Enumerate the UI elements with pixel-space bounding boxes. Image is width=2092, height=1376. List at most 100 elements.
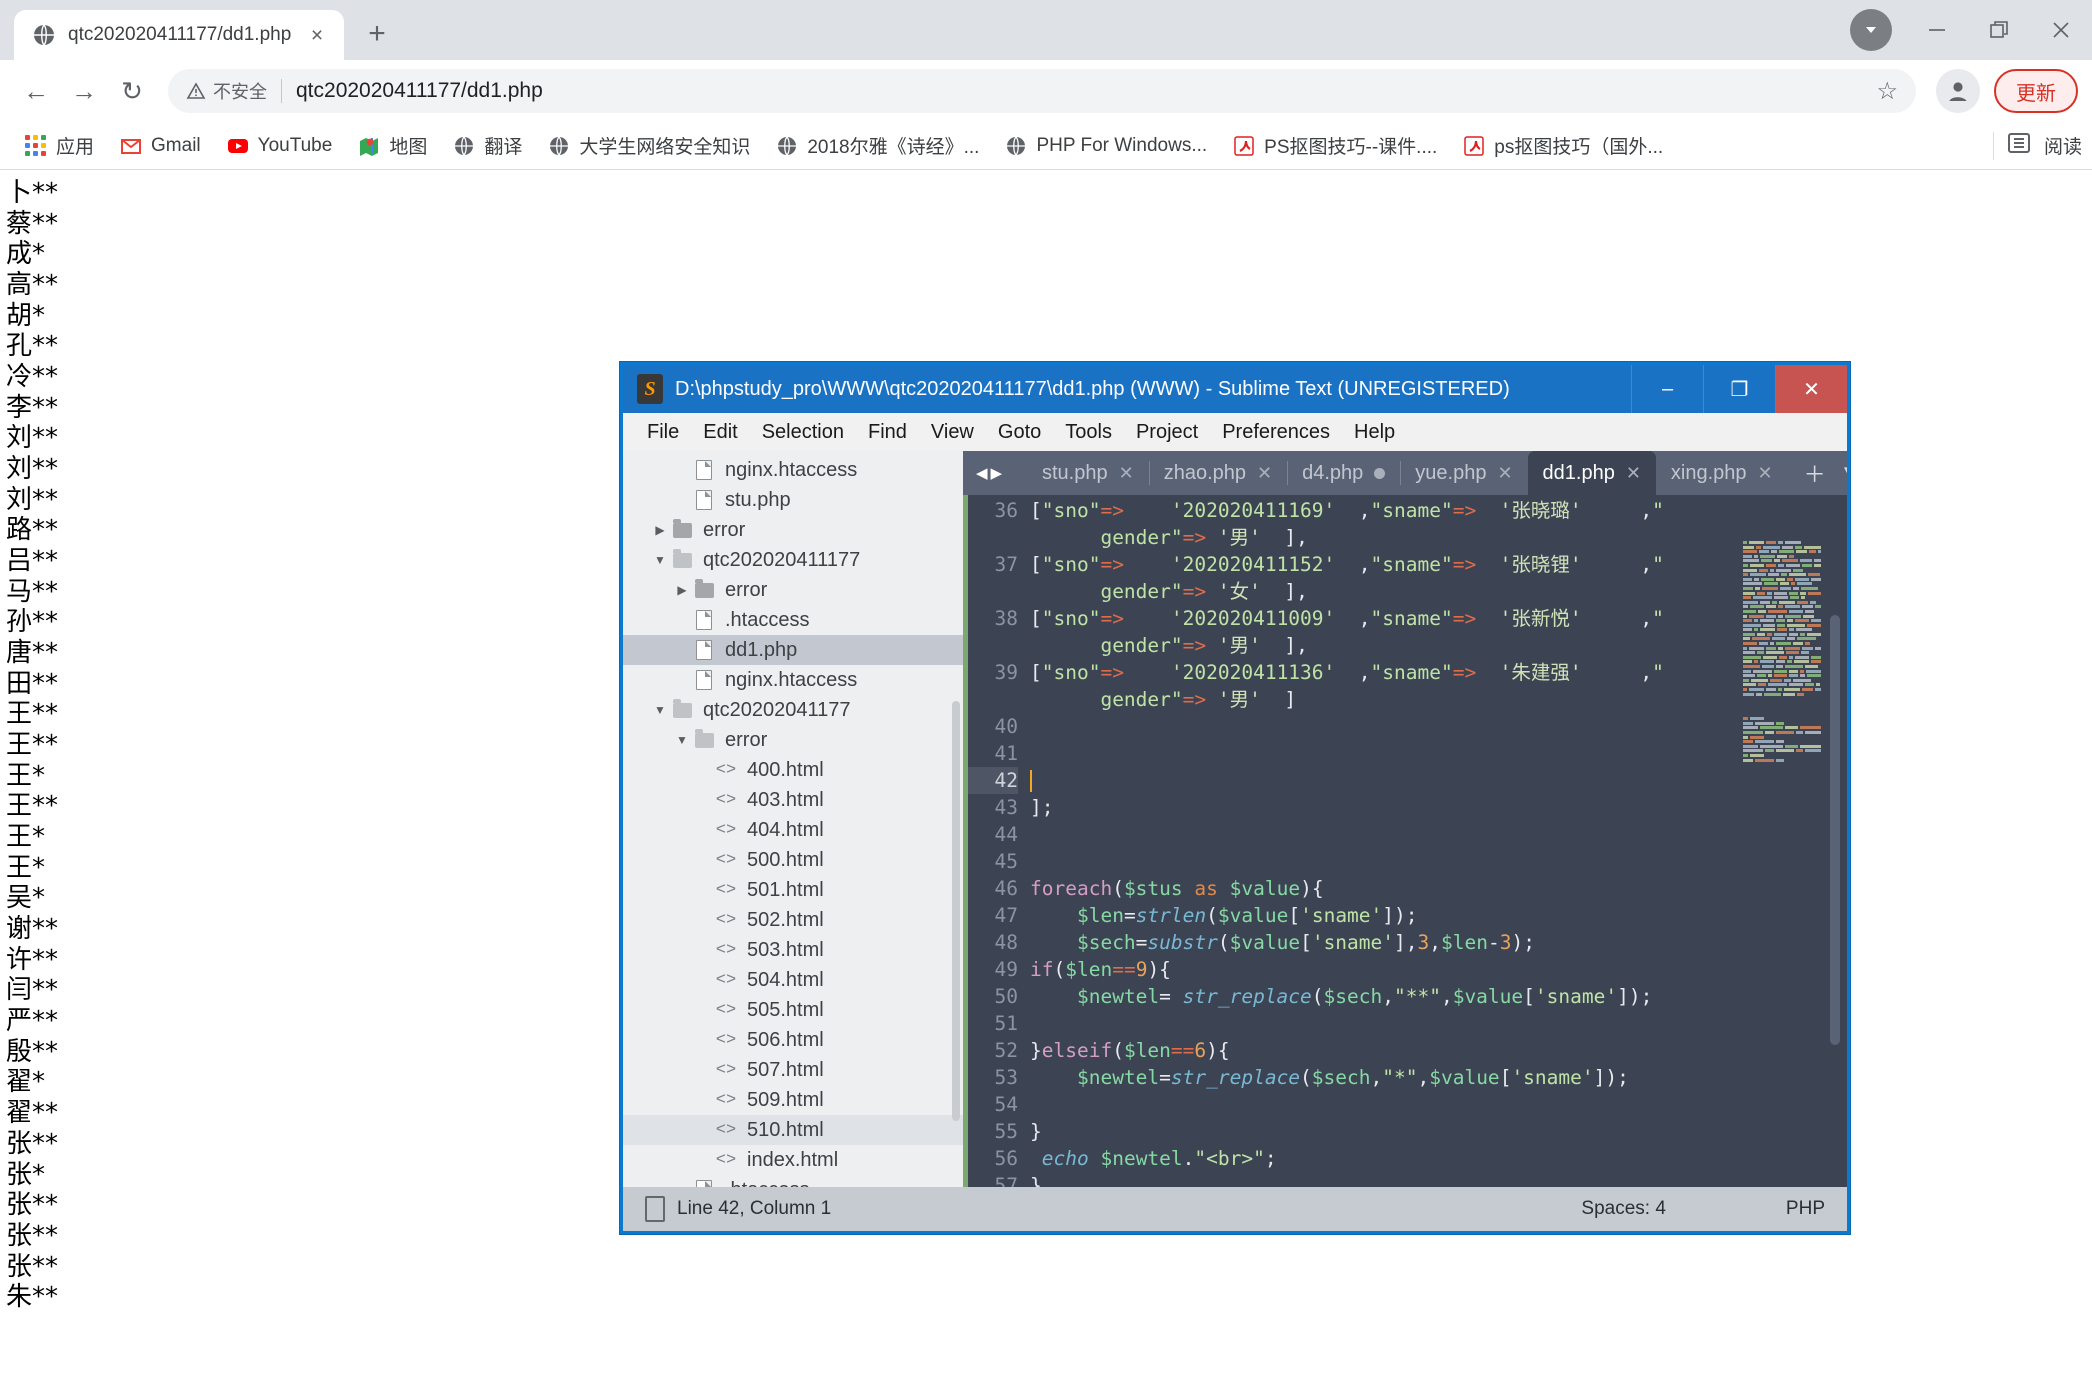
- tree-item-404-html[interactable]: <> 404.html: [623, 815, 963, 845]
- maximize-button[interactable]: ❐: [1703, 365, 1775, 413]
- tab-prev-icon[interactable]: ◀: [976, 464, 988, 482]
- tree-item-index-html[interactable]: <> index.html: [623, 1145, 963, 1175]
- tree-item-505-html[interactable]: <> 505.html: [623, 995, 963, 1025]
- tab-actions[interactable]: ＋ ▼: [1788, 451, 1847, 495]
- tree-item-dd1-php[interactable]: dd1.php: [623, 635, 963, 665]
- tree-item-500-html[interactable]: <> 500.html: [623, 845, 963, 875]
- tab-next-icon[interactable]: ▶: [991, 464, 1003, 482]
- menu-selection[interactable]: Selection: [750, 419, 856, 446]
- bookmark-star-icon[interactable]: ☆: [1876, 77, 1898, 106]
- new-tab-button[interactable]: +: [354, 11, 400, 57]
- sublime-title-bar[interactable]: S D:\phpstudy_pro\WWW\qtc202020411177\dd…: [623, 365, 1847, 413]
- tab-menu-icon[interactable]: ▼: [1840, 460, 1847, 486]
- menu-goto[interactable]: Goto: [986, 419, 1053, 446]
- menu-preferences[interactable]: Preferences: [1210, 419, 1342, 446]
- close-button[interactable]: [2030, 0, 2092, 60]
- address-bar[interactable]: 不安全 qtc202020411177/dd1.php ☆: [168, 69, 1916, 113]
- menu-project[interactable]: Project: [1124, 419, 1210, 446]
- tree-item-qtc202020411177[interactable]: ▼ qtc202020411177: [623, 545, 963, 575]
- bookmark-php-for-windows[interactable]: PHP For Windows...: [994, 130, 1218, 162]
- reading-list-icon[interactable]: [2006, 130, 2032, 161]
- back-icon[interactable]: ←: [14, 69, 58, 113]
- tree-item-error[interactable]: ▼ error: [623, 725, 963, 755]
- menu-file[interactable]: File: [635, 419, 691, 446]
- tree-item-506-html[interactable]: <> 506.html: [623, 1025, 963, 1055]
- indent-setting[interactable]: Spaces: 4: [1581, 1198, 1666, 1220]
- code-text-area[interactable]: ["sno"=> '202020411169' ,"sname"=> '张晓璐'…: [1030, 495, 1847, 1187]
- bookmark-maps[interactable]: 地图: [347, 127, 438, 164]
- browser-tab[interactable]: qtc202020411177/dd1.php ×: [14, 10, 344, 60]
- chevron-down-icon[interactable]: ▼: [651, 553, 669, 567]
- close-icon[interactable]: ✕: [1497, 463, 1512, 484]
- editor-scrollbar[interactable]: [1830, 615, 1840, 1045]
- tree-item--htaccess[interactable]: .htaccess: [623, 605, 963, 635]
- tree-item-503-html[interactable]: <> 503.html: [623, 935, 963, 965]
- masked-name-item: 高**: [6, 270, 59, 301]
- editor-tab-zhao-php[interactable]: zhao.php ✕: [1148, 451, 1287, 495]
- minimize-button[interactable]: [1906, 0, 1968, 60]
- chevron-right-icon[interactable]: ▶: [673, 583, 691, 597]
- tree-item-error[interactable]: ▶ error: [623, 575, 963, 605]
- sidebar-file-tree[interactable]: nginx.htaccess stu.php ▶ error ▼ qtc202020411…: [623, 451, 963, 1187]
- chevron-down-icon[interactable]: [1850, 9, 1892, 51]
- bookmark-apps[interactable]: 应用: [14, 127, 105, 164]
- close-button[interactable]: ✕: [1775, 365, 1847, 413]
- minimize-button[interactable]: –: [1631, 365, 1703, 413]
- tree-item-504-html[interactable]: <> 504.html: [623, 965, 963, 995]
- tree-item-nginx-htaccess[interactable]: nginx.htaccess: [623, 455, 963, 485]
- bookmark-erya[interactable]: 2018尔雅《诗经》...: [765, 127, 990, 164]
- tree-item-510-html[interactable]: <> 510.html: [623, 1115, 963, 1145]
- bookmark-cyber-security[interactable]: 大学生网络安全知识: [537, 127, 761, 164]
- editor-tab-yue-php[interactable]: yue.php ✕: [1400, 451, 1527, 495]
- editor-tab-dd1-php[interactable]: dd1.php ✕: [1527, 451, 1656, 495]
- not-secure-indicator[interactable]: 不安全: [186, 78, 267, 104]
- tree-item-nginx-htaccess[interactable]: nginx.htaccess: [623, 665, 963, 695]
- bookmark-ps-courseware[interactable]: PS抠图技巧--课件....: [1222, 127, 1448, 164]
- minimap-line: [1743, 749, 1821, 753]
- code-view[interactable]: 36 37 38 39 40 41 42 43 44 45 46 47 48 49 50 51 52 53 54 55…: [963, 495, 1847, 1187]
- maximize-button[interactable]: [1968, 0, 2030, 60]
- tree-item-507-html[interactable]: <> 507.html: [623, 1055, 963, 1085]
- close-icon[interactable]: ✕: [1119, 463, 1134, 484]
- update-button[interactable]: 更新: [1994, 69, 2078, 113]
- sidebar-scrollbar[interactable]: [952, 701, 960, 1121]
- code-file-icon: <>: [715, 910, 737, 930]
- close-icon[interactable]: ×: [304, 22, 330, 48]
- menu-help[interactable]: Help: [1342, 419, 1407, 446]
- reload-icon[interactable]: ↻: [110, 69, 154, 113]
- bookmark-ps-overseas[interactable]: ps抠图技巧（国外...: [1452, 127, 1674, 164]
- minimap[interactable]: [1743, 541, 1821, 1183]
- bookmark-translate[interactable]: 翻译: [442, 127, 533, 164]
- tree-item-403-html[interactable]: <> 403.html: [623, 785, 963, 815]
- editor-tab-xing-php[interactable]: xing.php ✕: [1656, 451, 1788, 495]
- tree-item-509-html[interactable]: <> 509.html: [623, 1085, 963, 1115]
- tab-nav-arrows[interactable]: ◀ ▶: [963, 451, 1015, 495]
- bookmark-label: 2018尔雅《诗经》...: [807, 137, 980, 158]
- chevron-down-icon[interactable]: ▼: [673, 733, 691, 747]
- menu-view[interactable]: View: [919, 419, 986, 446]
- tree-item-501-html[interactable]: <> 501.html: [623, 875, 963, 905]
- chevron-right-icon[interactable]: ▶: [651, 523, 669, 537]
- tree-item-qtc20202041177[interactable]: ▼ qtc20202041177: [623, 695, 963, 725]
- editor-tab-stu-php[interactable]: stu.php ✕: [1027, 451, 1149, 495]
- add-tab-icon[interactable]: ＋: [1804, 457, 1826, 489]
- tree-item-502-html[interactable]: <> 502.html: [623, 905, 963, 935]
- tree-item-error[interactable]: ▶ error: [623, 515, 963, 545]
- bookmark-gmail[interactable]: Gmail: [109, 130, 212, 162]
- editor-tab-d4-php[interactable]: d4.php: [1287, 451, 1400, 495]
- close-icon[interactable]: ✕: [1257, 463, 1272, 484]
- close-icon[interactable]: ✕: [1626, 463, 1641, 484]
- tree-item-stu-php[interactable]: stu.php: [623, 485, 963, 515]
- forward-icon[interactable]: →: [62, 69, 106, 113]
- syntax-mode[interactable]: PHP: [1786, 1198, 1825, 1220]
- chevron-down-icon[interactable]: ▼: [651, 703, 669, 717]
- tree-item-400-html[interactable]: <> 400.html: [623, 755, 963, 785]
- avatar[interactable]: [1936, 69, 1980, 113]
- sidebar-toggle-icon[interactable]: [645, 1196, 665, 1222]
- menu-find[interactable]: Find: [856, 419, 919, 446]
- bookmark-youtube[interactable]: YouTube: [216, 130, 344, 162]
- menu-edit[interactable]: Edit: [691, 419, 749, 446]
- close-icon[interactable]: ✕: [1758, 463, 1773, 484]
- tree-item--htaccess[interactable]: .htaccess: [623, 1175, 963, 1187]
- menu-tools[interactable]: Tools: [1053, 419, 1124, 446]
